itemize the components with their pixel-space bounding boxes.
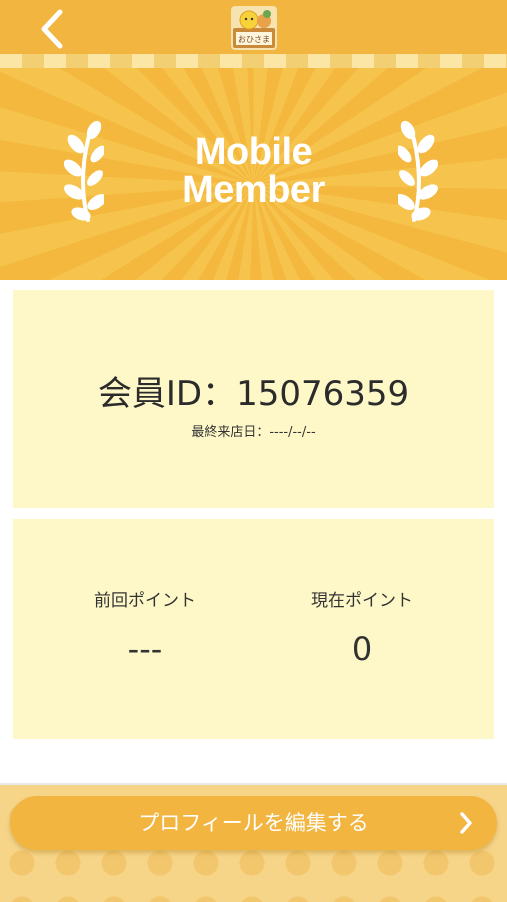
svg-text:おひさま: おひさま xyxy=(238,35,270,44)
member-id: 会員ID：15076359 xyxy=(97,374,410,414)
decorative-strip xyxy=(0,54,507,68)
previous-points-value: --- xyxy=(127,630,163,668)
hero-title-line1: Mobile xyxy=(194,131,313,173)
chevron-left-icon xyxy=(41,9,63,49)
current-points-value: 0 xyxy=(351,630,373,668)
hero-title-line2: Member xyxy=(182,169,325,211)
current-points-label: 現在ポイント xyxy=(311,591,413,611)
top-bar: おひさま xyxy=(0,0,507,54)
edit-profile-button[interactable]: プロフィールを編集する xyxy=(10,796,497,850)
previous-points-label: 前回ポイント xyxy=(94,591,196,611)
chevron-right-icon xyxy=(460,812,472,834)
app-logo: おひさま xyxy=(231,6,277,50)
last-visit-date: 最終来店日：----/--/-- xyxy=(191,425,316,440)
back-button[interactable] xyxy=(30,4,78,52)
edit-profile-label: プロフィールを編集する xyxy=(138,811,369,835)
hero-title: Mobile Member xyxy=(0,133,507,209)
